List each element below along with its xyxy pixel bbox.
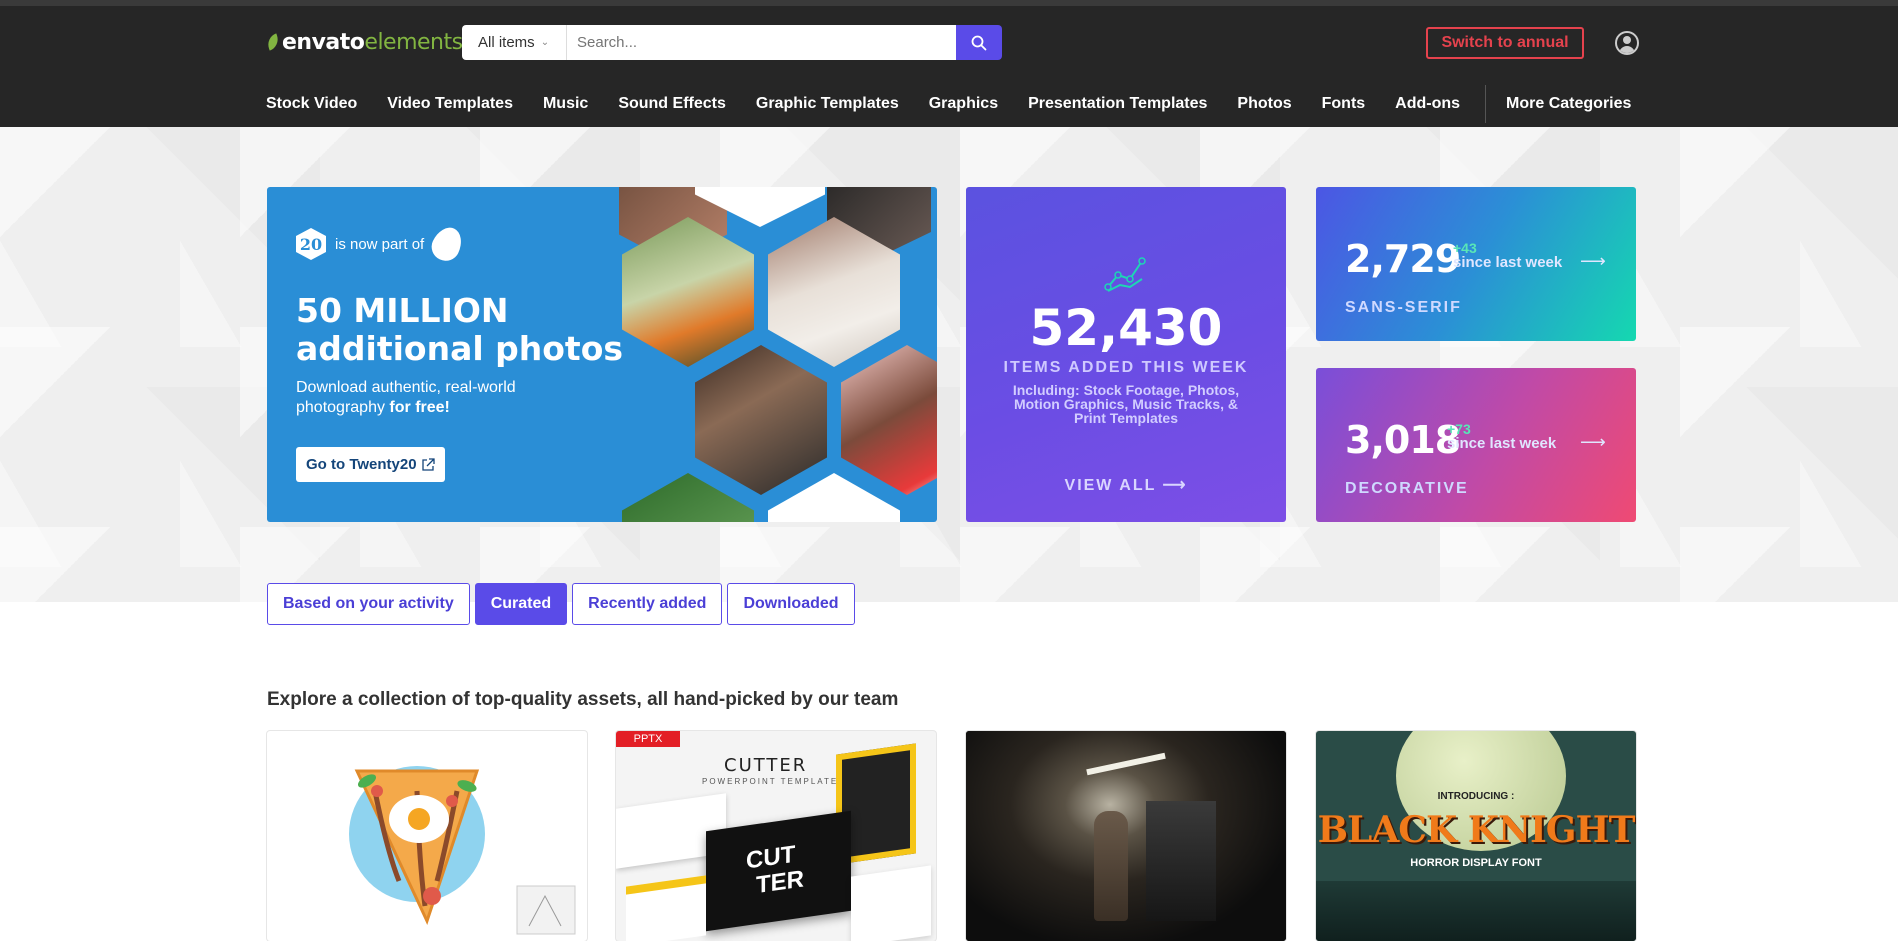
pptx-badge: PPTX [616, 731, 680, 747]
nav-music[interactable]: Music [543, 95, 588, 113]
sans-serif-count: 2,729 [1345, 237, 1461, 281]
external-link-icon [421, 457, 435, 471]
cutter-slide [626, 875, 706, 941]
nav-stock-video[interactable]: Stock Video [266, 95, 357, 113]
cutter-cover-slide: CUT TER [706, 810, 851, 932]
workshop-machine [1146, 801, 1216, 921]
nav-add-ons[interactable]: Add-ons [1395, 95, 1460, 113]
nav-presentation-templates[interactable]: Presentation Templates [1028, 95, 1207, 113]
nav-graphics[interactable]: Graphics [929, 95, 998, 113]
items-added-label: ITEMS ADDED THIS WEEK [1003, 359, 1249, 376]
search-icon [971, 35, 987, 50]
go-to-twenty20-button[interactable]: Go to Twenty20 [296, 447, 445, 482]
envato-elements-logo[interactable]: envato elements [264, 28, 463, 56]
items-added-including: Including: Stock Footage, Photos, Motion… [1012, 382, 1240, 426]
cutter-title: CUTTER [724, 755, 808, 776]
promo-description-bold: for free! [389, 399, 450, 416]
font-intro: INTRODUCING : [1437, 791, 1515, 802]
chevron-down-icon: ⌄ [540, 37, 550, 48]
cutter-subtitle: POWERPOINT TEMPLATE [702, 777, 839, 786]
asset-card-cutter-presentation[interactable]: PPTX CUTTER POWERPOINT TEMPLATE CUT TER [616, 731, 936, 941]
promo-photo-hex [695, 345, 827, 495]
sans-serif-category: SANS-SERIF [1345, 299, 1462, 316]
promo-photo-hex [622, 473, 754, 522]
weekly-items-card[interactable]: 52,430 ITEMS ADDED THIS WEEK Including: … [966, 187, 1286, 522]
nav-sound-effects[interactable]: Sound Effects [618, 95, 726, 113]
envato-drop-icon [427, 222, 468, 266]
search-button[interactable] [956, 25, 1002, 60]
logo-text-bold: envato [282, 29, 365, 55]
arrow-right-icon: ⟶ [1580, 251, 1606, 271]
items-added-count: 52,430 [1029, 299, 1223, 357]
sans-serif-delta: +43 [1453, 240, 1477, 256]
cutter-cover-text-2: TER [756, 865, 804, 900]
search-input[interactable] [567, 25, 956, 60]
nav-graphic-templates[interactable]: Graphic Templates [756, 95, 899, 113]
promo-photo-hex [768, 473, 900, 522]
tab-downloaded[interactable]: Downloaded [727, 583, 855, 625]
now-part-of-text: is now part of [335, 235, 425, 253]
top-header: envato elements All items ⌄ Switch to an… [0, 0, 1898, 127]
decorative-count: 3,018 [1345, 418, 1461, 462]
leaf-icon [264, 33, 282, 51]
nav-video-templates[interactable]: Video Templates [387, 95, 513, 113]
decorative-delta: +73 [1447, 421, 1471, 437]
go-to-twenty20-label: Go to Twenty20 [306, 456, 417, 473]
cutter-slide [851, 865, 931, 941]
feed-tabs: Based on your activity Curated Recently … [267, 583, 860, 625]
decorative-stat-card[interactable]: 3,018 +73 since last week ⟶ DECORATIVE [1316, 368, 1636, 522]
promo-photo-hex [841, 345, 937, 495]
decorative-since: since last week [1447, 435, 1557, 452]
trend-chart-icon [1104, 257, 1146, 292]
asset-card-black-knight-font[interactable]: INTRODUCING : BLACK KNIGHT HORROR DISPLA… [1316, 731, 1636, 941]
workshop-figure [1094, 811, 1128, 921]
tab-recently-added[interactable]: Recently added [572, 583, 723, 625]
nav-photos[interactable]: Photos [1237, 95, 1291, 113]
asset-card-workshop-photo[interactable] [966, 731, 1286, 941]
curated-heading: Explore a collection of top-quality asse… [267, 689, 899, 710]
pizza-illustration [349, 766, 576, 935]
nav-more-categories[interactable]: More Categories [1506, 95, 1631, 113]
sans-serif-stat-card[interactable]: 2,729 +43 since last week ⟶ SANS-SERIF [1316, 187, 1636, 341]
category-select-label: All items [478, 34, 535, 51]
font-subtitle: HORROR DISPLAY FONT [1410, 857, 1542, 869]
promo-heading: 50 MILLION additional photos [296, 291, 624, 368]
user-account-icon[interactable] [1615, 31, 1639, 55]
user-head [1623, 36, 1631, 44]
twenty20-promo-banner[interactable]: 20 is now part of 50 MILLION additional … [267, 187, 937, 522]
font-title: BLACK KNIGHT [1317, 809, 1636, 851]
arrow-right-icon: ⟶ [1580, 432, 1606, 452]
tab-curated[interactable]: Curated [474, 583, 568, 625]
category-nav: Stock Video Video Templates Music Sound … [266, 84, 1661, 124]
view-all-label: VIEW ALL [1064, 477, 1157, 494]
search-bar: All items ⌄ [462, 25, 1002, 60]
twenty20-brand: 20 is now part of [296, 222, 468, 266]
sans-serif-since: since last week [1453, 254, 1563, 271]
arrow-right-icon: ⟶ [1162, 477, 1188, 494]
view-all-link[interactable]: VIEW ALL ⟶ [966, 475, 1286, 495]
nav-divider [1485, 85, 1487, 123]
twenty20-logo: 20 [296, 228, 326, 260]
user-body [1619, 46, 1635, 53]
promo-description: Download authentic, real-world photograp… [296, 378, 566, 418]
category-select[interactable]: All items ⌄ [462, 25, 567, 60]
decorative-category: DECORATIVE [1345, 480, 1469, 497]
logo-text-light: elements [364, 29, 463, 55]
graveyard [1316, 881, 1636, 941]
tab-based-on-activity[interactable]: Based on your activity [267, 583, 470, 625]
nav-fonts[interactable]: Fonts [1322, 95, 1366, 113]
switch-to-annual-button[interactable]: Switch to annual [1426, 27, 1584, 59]
asset-card-pizza-illustration[interactable] [267, 731, 587, 941]
